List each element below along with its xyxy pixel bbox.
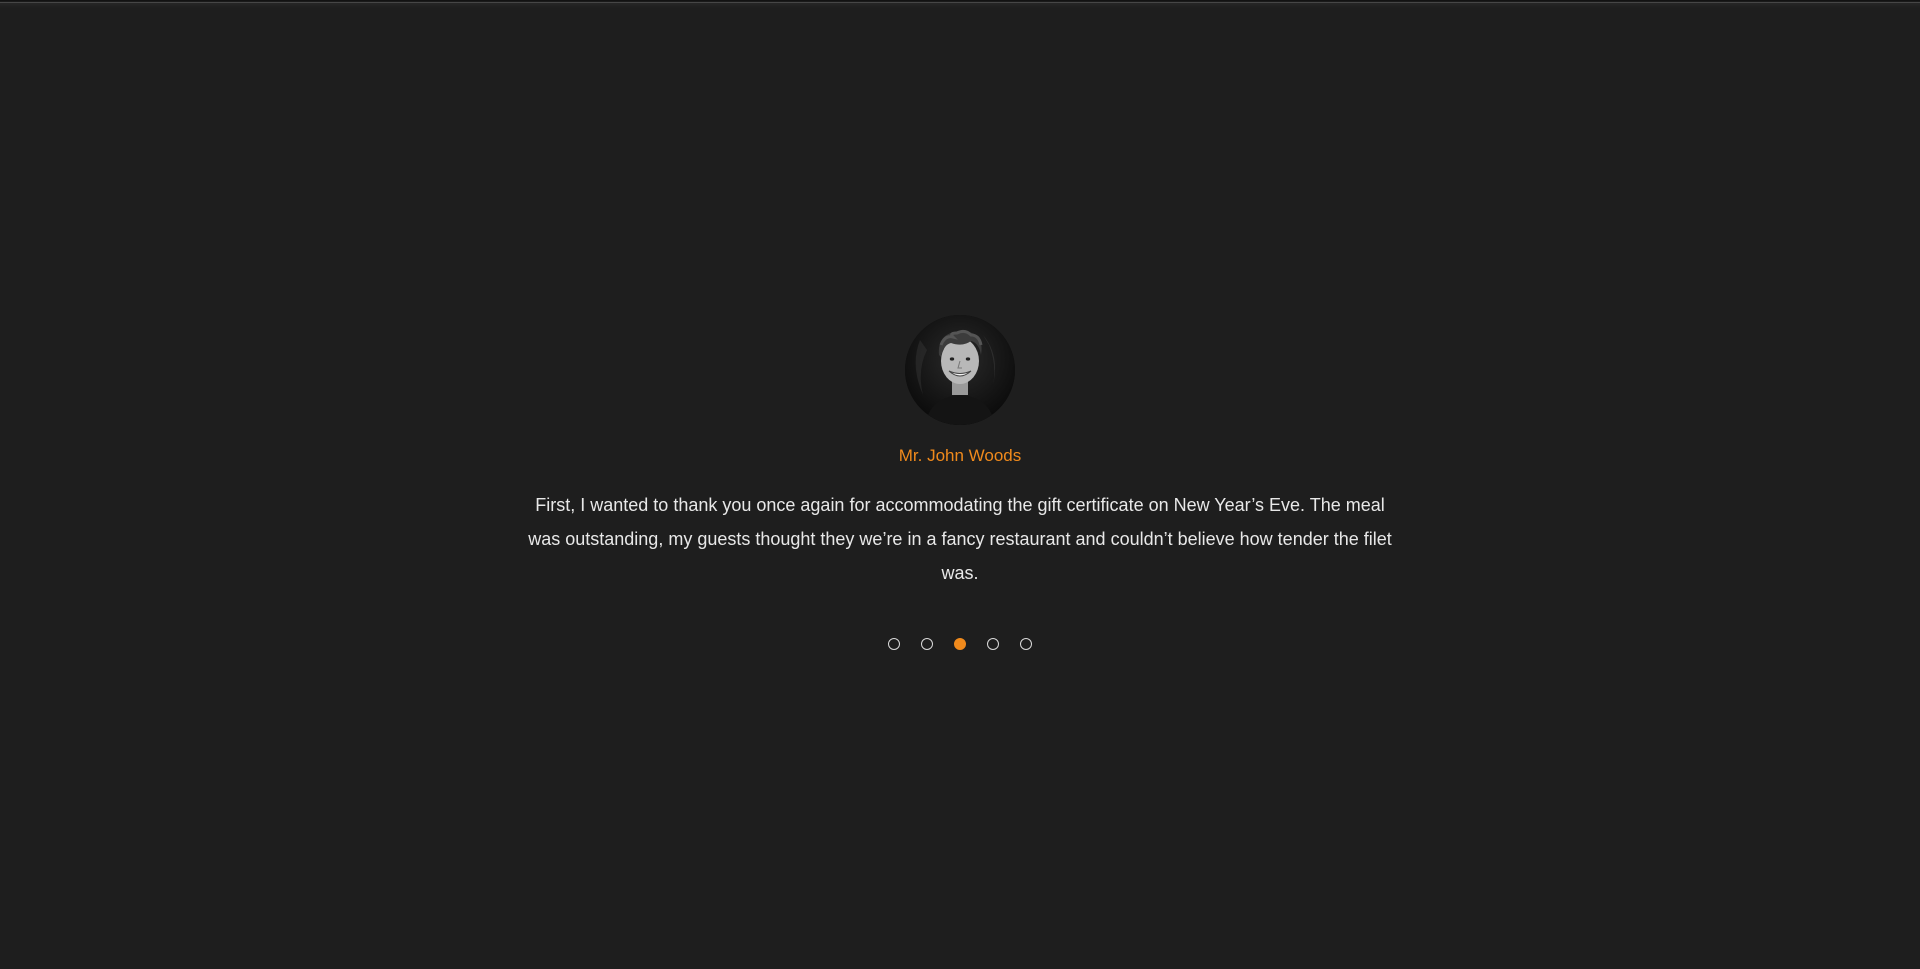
slider-pagination bbox=[0, 638, 1920, 652]
slider-dot-5[interactable] bbox=[1020, 638, 1032, 650]
slider-dot-2[interactable] bbox=[921, 638, 933, 650]
testimonial-author-name: Mr. John Woods bbox=[898, 446, 1022, 465]
slider-dot-3[interactable] bbox=[954, 638, 966, 650]
avatar bbox=[905, 315, 1015, 425]
slider-dot-4[interactable] bbox=[987, 638, 999, 650]
testimonial-slider: Mr. John Woods First, I wanted to thank … bbox=[0, 0, 1920, 969]
person-photo-icon bbox=[905, 315, 1015, 425]
slider-dot-1[interactable] bbox=[888, 638, 900, 650]
testimonial-quote: First, I wanted to thank you once again … bbox=[528, 495, 1392, 583]
